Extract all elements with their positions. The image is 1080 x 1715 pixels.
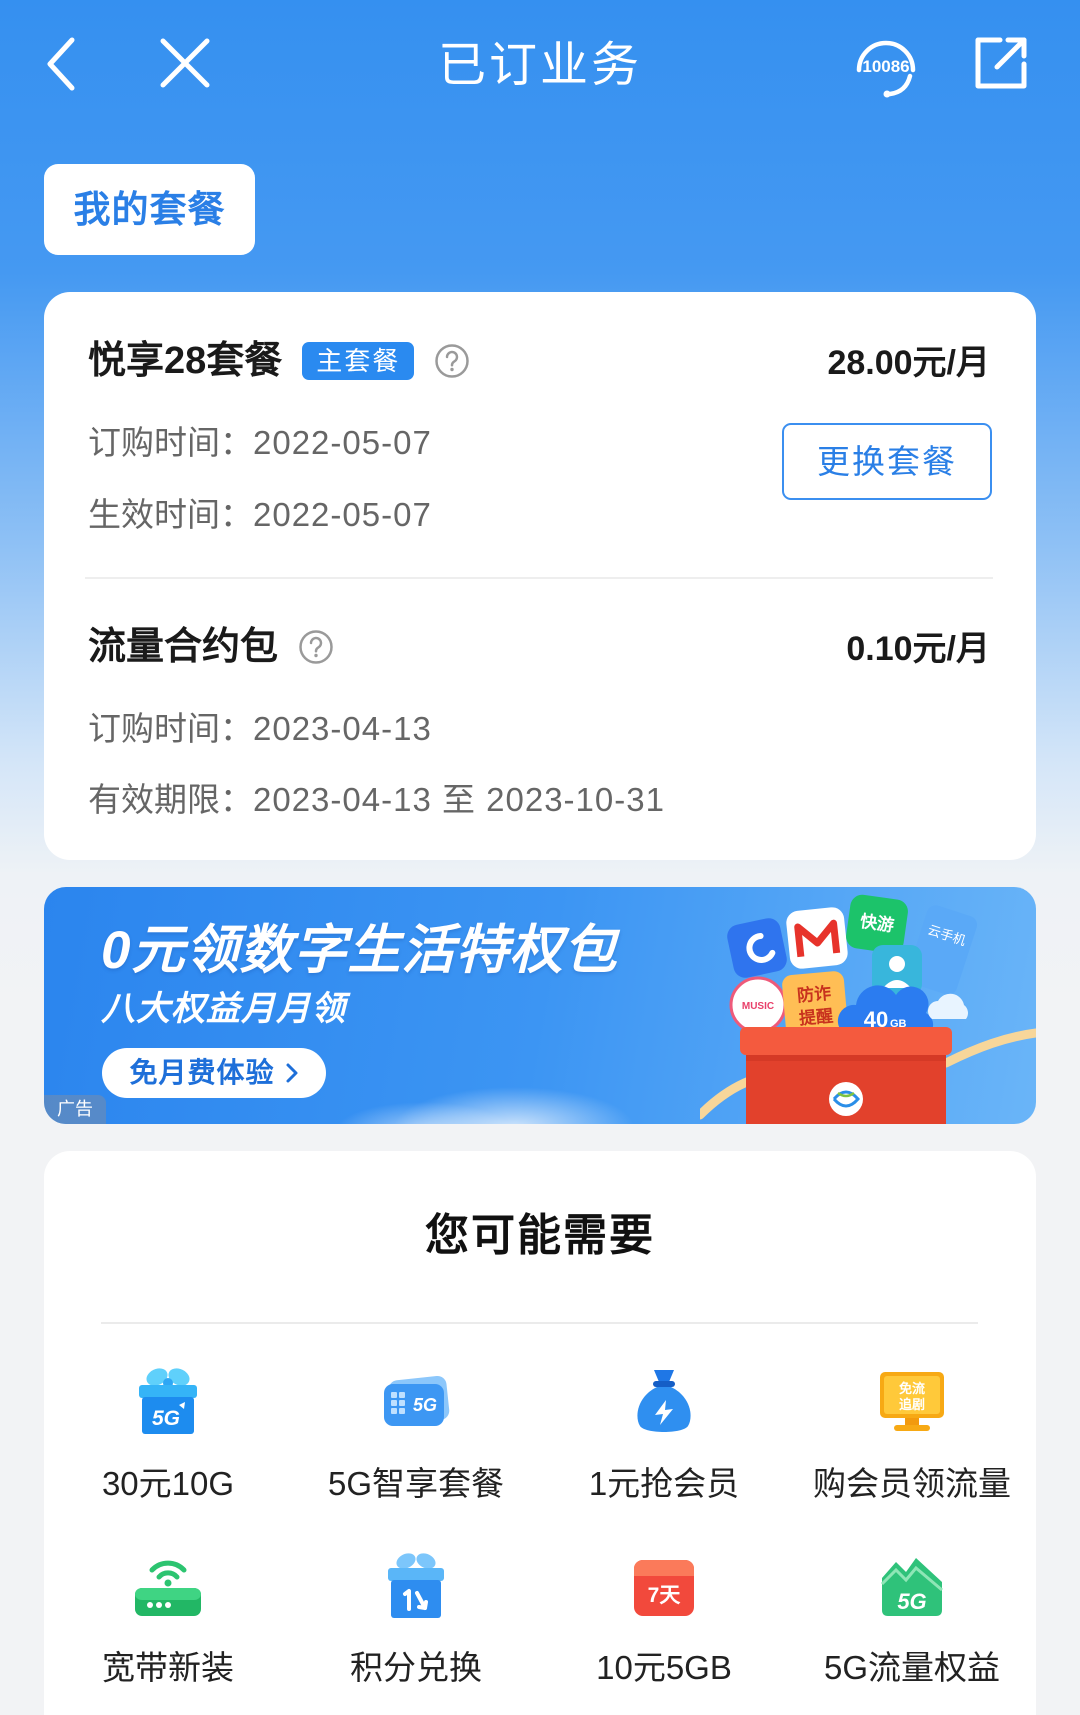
package-price: 28.00元/月 (827, 344, 990, 382)
effective-date-row: 生效时间：2022-05-07 (88, 495, 432, 535)
row-value: 2023-04-13 (253, 710, 432, 747)
recommend-item-label: 1元抢会员 (588, 1465, 740, 1502)
row-label: 生效时间： (88, 496, 253, 533)
row-label: 订购时间： (88, 424, 253, 461)
package-header: 流量合约包 (88, 625, 334, 669)
order-date-row: 订购时间：2023-04-13 (88, 709, 432, 749)
tile-fraud-text: 防诈 (796, 983, 832, 1006)
recommend-title: 您可能需要 (425, 1211, 655, 1260)
recommend-item-label: 30元10G (101, 1465, 235, 1502)
ad-label: 广告 (44, 1095, 106, 1124)
my-package-card: 悦享28套餐 主套餐 28.00元/月 订购时间：2022-05-07 生效时间… (44, 292, 1036, 860)
help-icon[interactable] (434, 343, 470, 379)
icon-text: 追剧 (899, 1397, 925, 1412)
headset-icon[interactable]: 10086 (850, 30, 922, 102)
icon-text: 5G (152, 1407, 180, 1430)
share-icon[interactable] (970, 32, 1032, 94)
gift-5g-icon: 5G (139, 1368, 197, 1434)
recommend-item-label: 10元5GB (596, 1649, 732, 1686)
row-value: 2022-05-07 (253, 496, 432, 533)
gift-box-illustration: 快游 云手机 MUSIC 防诈 提醒 40 GB (700, 894, 1036, 1124)
recommend-item-label: 购会员领流量 (813, 1465, 1011, 1502)
banner-subline: 八大权益月月领 (101, 990, 346, 1028)
main-package-badge: 主套餐 (302, 342, 415, 380)
cta-label: 免月费体验 (129, 1057, 275, 1088)
sim-card-5g-icon: 5G (384, 1375, 450, 1426)
recommend-card: 您可能需要 5G 30元10G 5G 5G智享套餐 1元抢会员 免流 追剧 购会… (44, 1151, 1036, 1715)
change-package-button[interactable]: 更换套餐 (782, 423, 992, 500)
icon-text: 5G (413, 1395, 437, 1415)
points-gift-icon (388, 1553, 444, 1618)
package-header: 悦享28套餐 主套餐 (88, 339, 470, 383)
package-name: 悦享28套餐 (88, 340, 283, 382)
recommend-item-member-data[interactable]: 免流 追剧 购会员领流量 (788, 1356, 1036, 1540)
validity-period-row: 有效期限：2023-04-13 至 2023-10-31 (88, 780, 665, 820)
banner-headline: 0元领数字生活特权包 (101, 921, 618, 980)
recommend-item-label: 宽带新装 (102, 1649, 234, 1686)
icon-text: 7天 (648, 1584, 682, 1607)
row-value: 2023-04-13 至 2023-10-31 (253, 781, 665, 818)
icon-text: 5G (897, 1589, 926, 1614)
recommend-item-label: 5G智享套餐 (327, 1465, 505, 1502)
package-name: 流量合约包 (88, 626, 279, 668)
hotline-number: 10086 (862, 57, 909, 76)
calendar-7day-icon: 7天 (634, 1560, 694, 1616)
recommend-item-label: 积分兑换 (350, 1649, 482, 1686)
tile-fraud-text: 提醒 (798, 1007, 834, 1029)
icon-text: 免流 (899, 1381, 925, 1396)
recommend-item-5g-plan[interactable]: 5G 5G智享套餐 (292, 1356, 540, 1540)
free-trial-button[interactable]: 免月费体验 (102, 1048, 326, 1098)
package-price: 0.10元/月 (846, 630, 990, 668)
recommend-item-5g-data-benefit[interactable]: 5G 5G流量权益 (788, 1540, 1036, 1715)
tv-monitor-icon: 免流 追剧 (880, 1372, 944, 1431)
tile-music-text: MUSIC (742, 1001, 774, 1012)
order-date-row: 订购时间：2022-05-07 (88, 423, 432, 463)
row-label: 有效期限： (88, 781, 253, 818)
recommend-item-1yuan-member[interactable]: 1元抢会员 (540, 1356, 788, 1540)
help-icon[interactable] (298, 629, 334, 665)
divider (85, 577, 993, 579)
row-value: 2022-05-07 (253, 424, 432, 461)
promo-banner[interactable]: 0元领数字生活特权包 八大权益月月领 免月费体验 快游 云手机 MUSIC 防诈… (44, 887, 1036, 1124)
chevron-right-icon (286, 1063, 297, 1083)
tab-my-package[interactable]: 我的套餐 (44, 164, 255, 255)
recommend-item-broadband[interactable]: 宽带新装 (44, 1540, 292, 1715)
recommend-item-points[interactable]: 积分兑换 (292, 1540, 540, 1715)
row-label: 订购时间： (88, 710, 253, 747)
5g-badge-icon: 5G (880, 1558, 943, 1616)
recommend-item-30yuan-10g[interactable]: 5G 30元10G (44, 1356, 292, 1540)
money-bag-icon (637, 1370, 691, 1432)
router-icon (135, 1560, 201, 1616)
divider (101, 1322, 978, 1324)
recommend-item-label: 5G流量权益 (823, 1649, 1001, 1686)
recommend-item-10yuan-5gb[interactable]: 7天 10元5GB (540, 1540, 788, 1715)
